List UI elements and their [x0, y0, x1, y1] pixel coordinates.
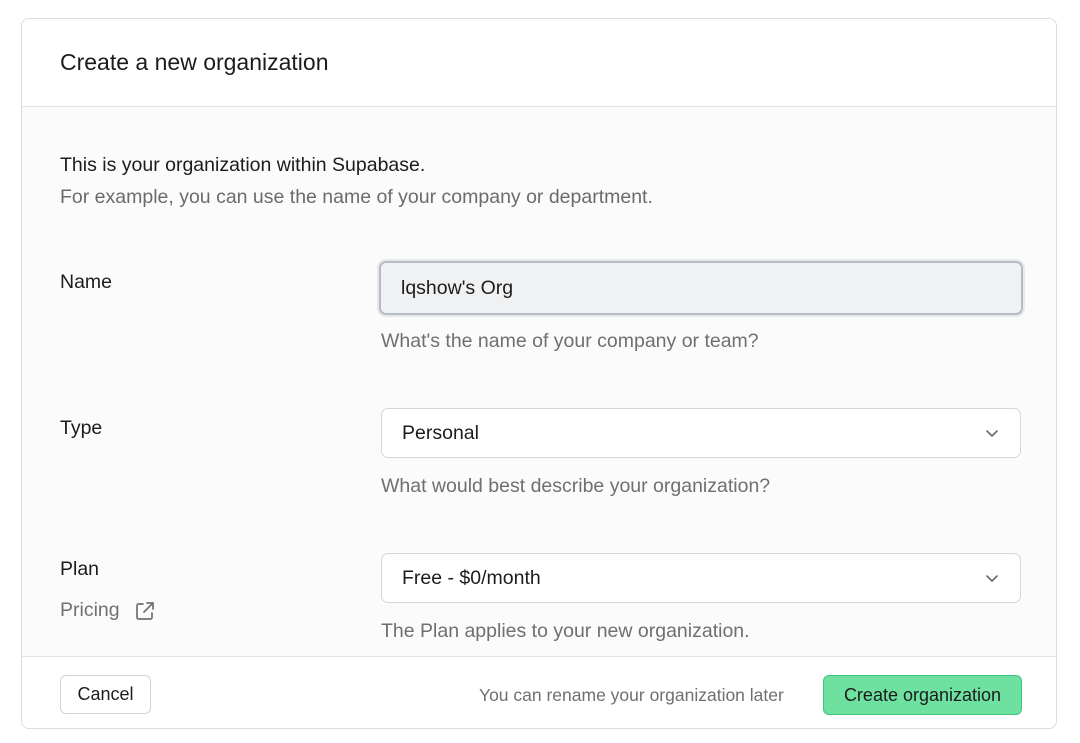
rename-later-note: You can rename your organization later — [479, 685, 784, 705]
plan-help-text: The Plan applies to your new organizatio… — [381, 620, 750, 642]
name-help-text: What's the name of your company or team? — [381, 330, 759, 352]
type-selected-value: Personal — [402, 421, 479, 444]
pricing-link-label: Pricing — [60, 599, 120, 621]
name-label: Name — [60, 271, 113, 293]
intro-text: This is your organization within Supabas… — [60, 154, 426, 176]
external-link-icon — [135, 601, 154, 620]
pricing-link[interactable]: Pricing — [60, 599, 156, 622]
create-organization-button[interactable]: Create organization — [823, 675, 1022, 715]
plan-select[interactable]: Free - $0/month — [381, 553, 1021, 603]
cancel-button[interactable]: Cancel — [60, 675, 151, 714]
dialog-footer: Cancel You can rename your organization … — [22, 656, 1056, 728]
dialog-header: Create a new organization — [22, 19, 1056, 107]
chevron-down-icon — [986, 575, 998, 582]
create-organization-dialog: Create a new organization This is your o… — [21, 18, 1057, 729]
dialog-title: Create a new organization — [60, 49, 329, 75]
type-label: Type — [60, 417, 103, 439]
plan-label: Plan — [60, 558, 100, 580]
organization-type-select[interactable]: Personal — [381, 408, 1021, 458]
intro-subtext: For example, you can use the name of you… — [60, 186, 653, 208]
plan-selected-value: Free - $0/month — [402, 566, 541, 589]
chevron-down-icon — [986, 430, 998, 437]
type-help-text: What would best describe your organizati… — [381, 475, 771, 497]
organization-name-input[interactable] — [379, 261, 1023, 315]
dialog-body: This is your organization within Supabas… — [22, 107, 1056, 656]
